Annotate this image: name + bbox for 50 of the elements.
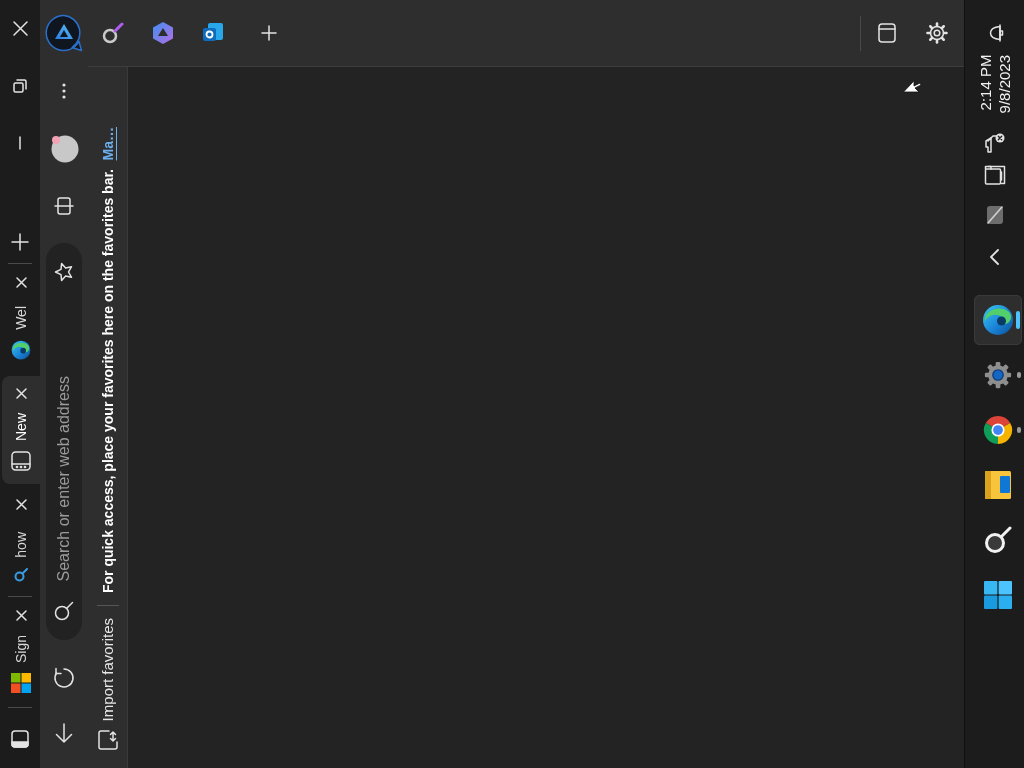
mouse-pointer-icon xyxy=(903,80,922,93)
tab[interactable]: Sign xyxy=(2,598,40,706)
circle-logo-icon[interactable] xyxy=(982,415,1013,446)
chevron-left-icon[interactable] xyxy=(990,249,999,266)
close-icon[interactable] xyxy=(12,21,28,36)
page-icon xyxy=(11,451,31,471)
hexagon-logo-icon[interactable] xyxy=(151,21,175,45)
settings-icon[interactable] xyxy=(982,360,1013,391)
close-icon[interactable] xyxy=(15,277,27,288)
close-icon[interactable] xyxy=(15,610,27,621)
minimize-icon[interactable] xyxy=(19,135,21,150)
tab[interactable]: New xyxy=(2,376,40,484)
panel-icon[interactable] xyxy=(877,23,896,43)
magnifier-icon xyxy=(14,568,28,582)
tab-actions-icon[interactable] xyxy=(54,196,74,216)
clock-date[interactable]: 9/8/2023 xyxy=(994,55,1014,114)
clock-time[interactable]: 2:14 PM xyxy=(975,55,995,114)
search-icon[interactable] xyxy=(54,601,74,621)
folder-icon[interactable] xyxy=(983,470,1012,501)
four-squares-logo-icon[interactable] xyxy=(983,581,1012,610)
mail-icon[interactable] xyxy=(202,22,224,44)
search-icon[interactable] xyxy=(983,526,1012,555)
favorites-bar-message: For quick access, place your favorites here on the favorites bar. xyxy=(99,168,116,593)
more-options-icon[interactable] xyxy=(62,83,66,99)
import-favorites-button[interactable]: Import favorites xyxy=(97,617,118,750)
arrow-icon[interactable] xyxy=(55,723,73,743)
restore-icon[interactable] xyxy=(13,78,27,93)
plus-icon[interactable] xyxy=(261,25,277,41)
swirl-logo-icon[interactable] xyxy=(981,304,1014,337)
import-icon xyxy=(97,730,118,750)
favorites-link[interactable]: Ma… xyxy=(99,127,116,161)
four-squares-logo-icon xyxy=(11,673,31,693)
battery-icon[interactable] xyxy=(985,205,1004,226)
address-bar[interactable]: Search or enter web address xyxy=(46,243,82,640)
refresh-icon[interactable] xyxy=(53,667,75,689)
close-icon[interactable] xyxy=(15,388,27,399)
search-icon[interactable] xyxy=(102,22,124,44)
close-icon[interactable] xyxy=(15,499,27,510)
triangle-logo-icon[interactable] xyxy=(45,14,83,52)
settings-icon[interactable] xyxy=(926,22,948,44)
speaker-muted-icon[interactable] xyxy=(983,133,1006,154)
taskbar-app[interactable] xyxy=(973,295,1022,346)
tab[interactable]: how xyxy=(2,487,40,595)
avatar-icon[interactable] xyxy=(49,133,79,163)
tab[interactable]: Wel xyxy=(2,265,40,373)
favorite-star-icon[interactable] xyxy=(54,262,74,282)
swirl-logo-icon xyxy=(11,340,31,360)
sidebar-panel-icon[interactable] xyxy=(11,729,29,748)
plus-icon[interactable] xyxy=(11,233,29,251)
network-icon[interactable] xyxy=(983,163,1006,186)
